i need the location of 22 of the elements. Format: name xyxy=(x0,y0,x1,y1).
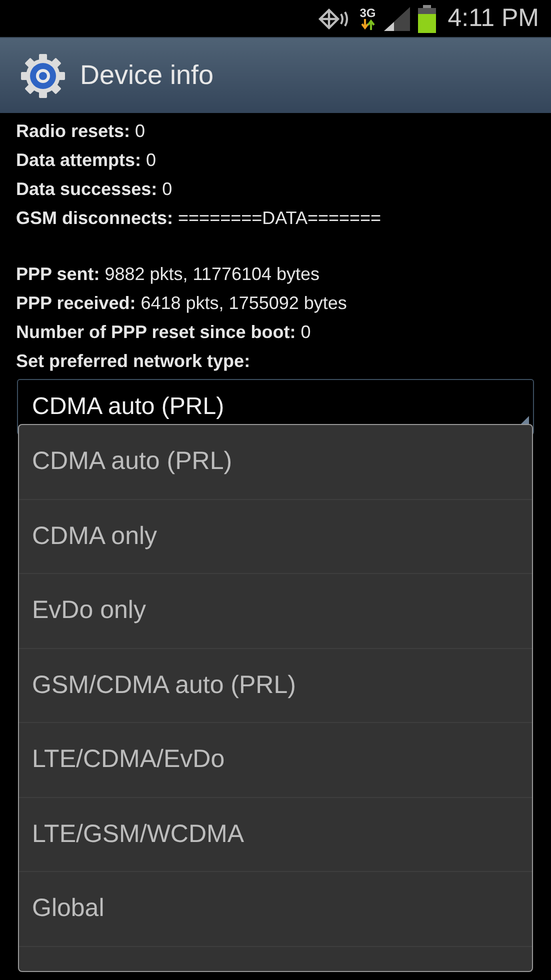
info-line: GSM disconnects: ========DATA======= xyxy=(16,207,382,230)
dropdown-option[interactable]: Global xyxy=(19,872,532,946)
dropdown-option[interactable]: LTE/CDMA/EvDo xyxy=(19,723,532,798)
dropdown-option[interactable]: EvDo only xyxy=(19,574,532,648)
battery-icon xyxy=(418,4,436,32)
info-line: PPP received: 6418 pkts, 1755092 bytes xyxy=(16,292,348,315)
data-activity-icon xyxy=(360,19,375,30)
info-line: Data attempts: 0 xyxy=(16,149,158,172)
clock-time: 4:11 PM xyxy=(448,4,539,33)
info-line: Radio resets: 0 xyxy=(16,120,146,143)
screen-title: Device info xyxy=(80,60,214,91)
info-line: Number of PPP reset since boot: 0 xyxy=(16,321,312,344)
gear-icon xyxy=(20,52,66,98)
network-type: 3G xyxy=(360,7,376,19)
dropdown-option[interactable]: CDMA auto (PRL) xyxy=(19,425,532,500)
signal-icon xyxy=(384,6,410,30)
dropdown-option[interactable]: LTE/GSM/WCDMA xyxy=(19,798,532,872)
info-line: Data successes: 0 xyxy=(16,178,174,201)
dropdown-option[interactable]: CDMA only xyxy=(19,500,532,574)
dropdown-option[interactable]: GSM/CDMA auto (PRL) xyxy=(19,648,532,723)
info-line: Set preferred network type: xyxy=(16,350,252,373)
info-line: PPP sent: 9882 pkts, 11776104 bytes xyxy=(16,263,321,286)
